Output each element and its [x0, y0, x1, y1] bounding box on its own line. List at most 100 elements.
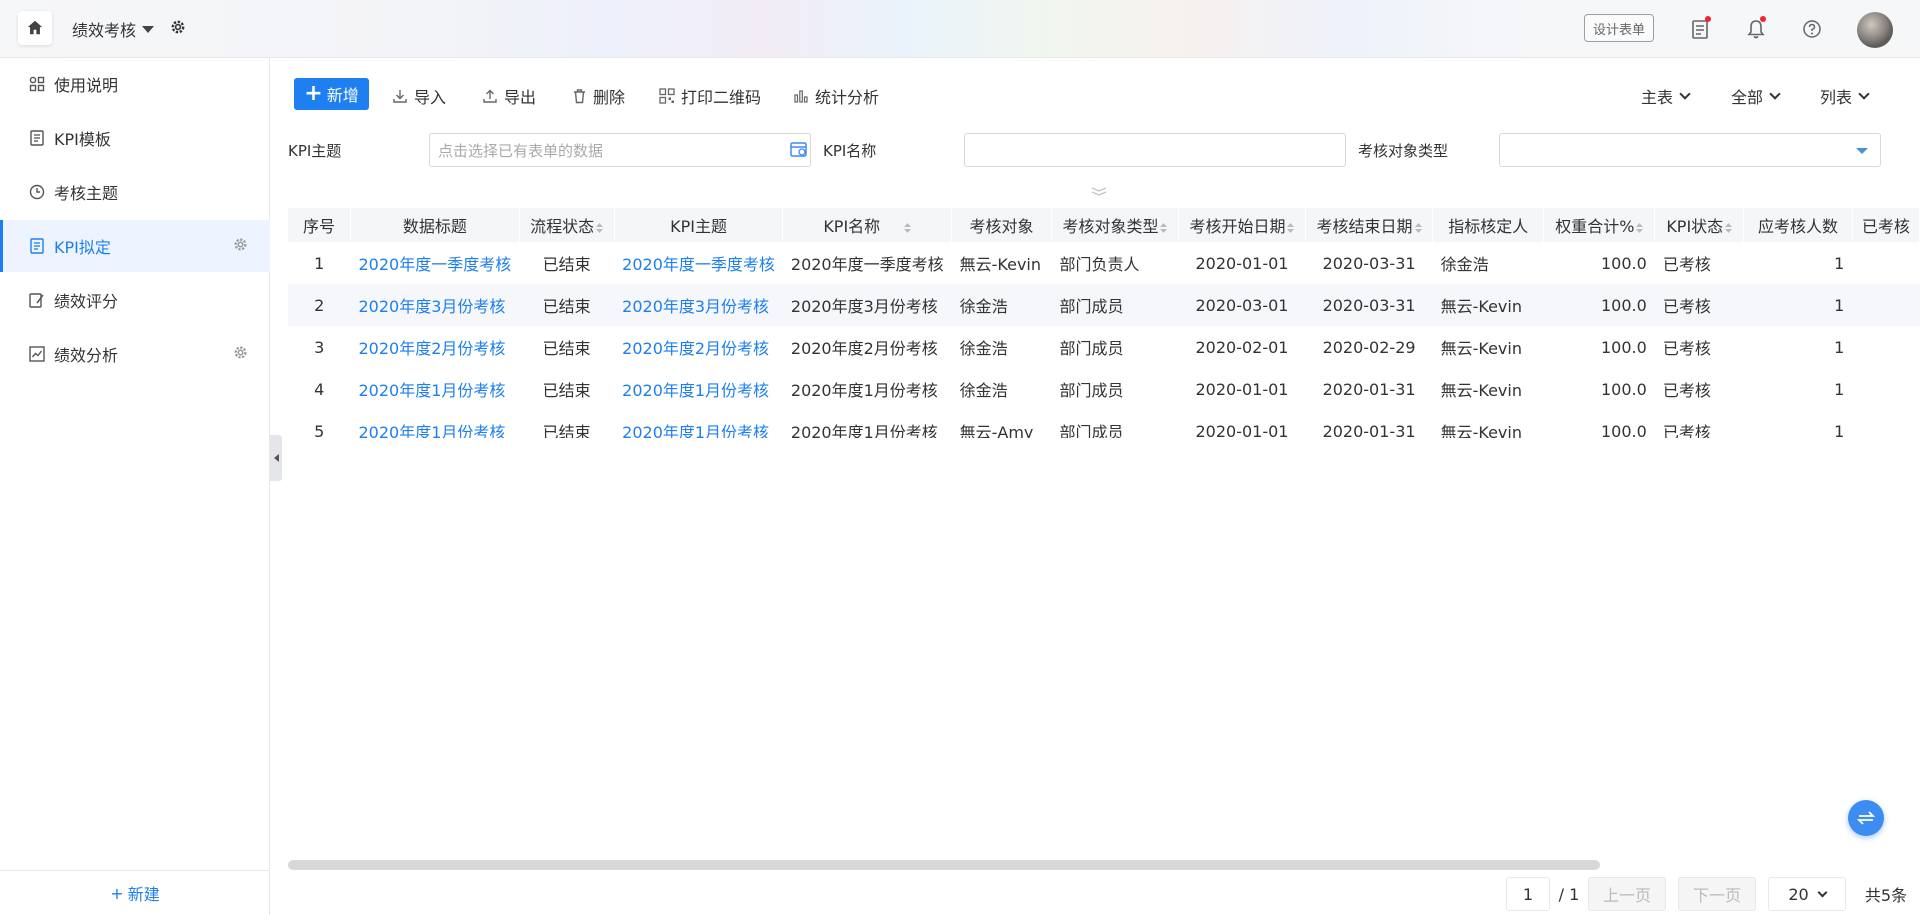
total-pages: / 1 [1558, 884, 1580, 904]
table-row[interactable]: 4 2020年度1月份考核 已结束 2020年度1月份考核 2020年度1月份考… [288, 368, 1920, 410]
column-header[interactable]: 考核对象类型 [1051, 208, 1179, 242]
cell-title-link[interactable]: 2020年度3月份考核 [350, 284, 520, 326]
target-type-select[interactable] [1499, 133, 1881, 167]
column-header[interactable]: 序号 [288, 208, 351, 242]
cell-target-type: 部门成员 [1059, 423, 1124, 438]
cell-weight: 100.0 [1601, 379, 1647, 399]
avatar[interactable] [1857, 12, 1893, 48]
sidebar-item-kpi-draft[interactable]: KPI拟定 [0, 220, 270, 272]
sort-icon[interactable] [1725, 222, 1733, 233]
document-icon [28, 129, 46, 147]
statistics-button[interactable]: 统计分析 [793, 84, 879, 108]
sidebar-new-button[interactable]: + 新建 [0, 870, 270, 915]
app-switcher[interactable]: 绩效考核 [72, 17, 155, 41]
table-row[interactable]: 5 2020年度1月份考核 已结束 2020年度1月份考核 2020年度1月份考… [288, 410, 1920, 439]
cell-kpi-topic-link[interactable]: 2020年度3月份考核 [614, 284, 783, 326]
cell-index: 2 [288, 284, 351, 326]
add-button[interactable]: + 新增 [294, 78, 369, 110]
list-label: 列表 [1820, 88, 1853, 107]
cell-start-date: 2020-01-01 [1195, 421, 1289, 439]
sort-icon[interactable] [1414, 222, 1422, 233]
help-button[interactable] [1799, 16, 1825, 42]
import-button[interactable]: 导入 [392, 84, 446, 108]
page-size-select[interactable]: 20 [1768, 877, 1846, 911]
all-filter-dropdown[interactable]: 全部 [1731, 84, 1781, 108]
sidebar-item-score[interactable]: 绩效评分 [0, 274, 270, 326]
sidebar-item-label: KPI拟定 [54, 238, 111, 257]
chevron-down-icon [1817, 887, 1828, 897]
table-row[interactable]: 3 2020年度2月份考核 已结束 2020年度2月份考核 2020年度2月份考… [288, 326, 1920, 368]
kpi-name-label: KPI名称 [823, 142, 877, 160]
table-row[interactable]: 2 2020年度3月份考核 已结束 2020年度3月份考核 2020年度3月份考… [288, 284, 1920, 326]
sidebar-item-kpi-template[interactable]: KPI模板 [0, 112, 270, 164]
cell-title-link[interactable]: 2020年度2月份考核 [350, 326, 519, 368]
column-header[interactable]: 权重合计% [1543, 208, 1656, 242]
sort-icon[interactable] [904, 222, 912, 233]
kpi-topic-input[interactable]: 点击选择已有表单的数据 [429, 133, 811, 167]
home-button[interactable] [18, 11, 52, 45]
cell-title-link[interactable]: 2020年度1月份考核 [350, 410, 519, 438]
sidebar-item-label: KPI模板 [54, 130, 111, 149]
column-header[interactable]: KPI主题 [614, 208, 784, 242]
sidebar-item-label: 考核主题 [54, 184, 119, 203]
column-header[interactable]: 考核对象 [951, 208, 1052, 242]
app-title: 绩效考核 [72, 21, 137, 40]
sort-icon[interactable] [1160, 222, 1168, 233]
sidebar-collapse-handle[interactable] [270, 435, 282, 481]
floating-action-button[interactable] [1848, 800, 1884, 836]
column-header[interactable]: 考核结束日期 [1305, 208, 1434, 242]
notifications-button[interactable] [1743, 16, 1769, 42]
column-header[interactable]: 已考核 [1852, 208, 1920, 242]
column-header[interactable]: 流程状态 [519, 208, 615, 242]
sort-icon[interactable] [1287, 222, 1295, 233]
sidebar-item-topic[interactable]: 考核主题 [0, 166, 270, 218]
cell-title-link[interactable]: 2020年度1月份考核 [350, 368, 519, 410]
column-header[interactable]: 数据标题 [350, 208, 520, 242]
cell-kpi-topic-link[interactable]: 2020年度2月份考核 [614, 326, 783, 368]
cell-title-link[interactable]: 2020年度一季度考核 [350, 242, 519, 284]
kpi-topic-placeholder: 点击选择已有表单的数据 [438, 141, 604, 160]
data-table: 序号 数据标题 流程状态 KPI主题 KPI名称 考核对象 考核对象类型 考核开… [288, 208, 1920, 438]
cell-kpi-topic-link[interactable]: 2020年度1月份考核 [614, 410, 783, 438]
sidebar-item-usage[interactable]: 使用说明 [0, 58, 270, 110]
main-table-dropdown[interactable]: 主表 [1641, 84, 1691, 108]
export-button[interactable]: 导出 [482, 84, 536, 108]
document-icon [28, 237, 46, 255]
gear-icon[interactable] [233, 237, 248, 256]
sidebar-item-analysis[interactable]: 绩效分析 [0, 328, 270, 380]
new-label: 新建 [127, 885, 160, 904]
cell-assessed [1852, 368, 1919, 410]
view-mode-dropdown[interactable]: 列表 [1820, 84, 1870, 108]
task-list-button[interactable] [1687, 16, 1713, 42]
sort-icon[interactable] [596, 222, 604, 233]
sort-icon[interactable] [1636, 222, 1644, 233]
kpi-name-input[interactable] [964, 133, 1346, 167]
table-row[interactable]: 1 2020年度一季度考核 已结束 2020年度一季度考核 2020年度一季度考… [288, 242, 1920, 284]
expand-filters-button[interactable] [1090, 182, 1108, 201]
cell-kpi-topic-link[interactable]: 2020年度1月份考核 [614, 368, 783, 410]
print-qrcode-button[interactable]: 打印二维码 [659, 84, 761, 108]
cell-index: 1 [314, 253, 325, 273]
cell-target: 徐金浩 [959, 381, 1008, 400]
cell-kpi-topic-link[interactable]: 2020年度一季度考核 [614, 242, 783, 284]
export-label: 导出 [504, 88, 537, 107]
cell-kpi-status: 已考核 [1662, 423, 1711, 438]
column-header[interactable]: KPI状态 [1654, 208, 1745, 242]
cell-headcount: 1 [1743, 284, 1853, 326]
column-header[interactable]: 考核开始日期 [1178, 208, 1307, 242]
column-header[interactable]: KPI名称 [782, 208, 953, 242]
select-data-icon[interactable] [790, 142, 808, 162]
design-form-button[interactable]: 设计表单 [1584, 14, 1654, 42]
page-number-input[interactable]: 1 [1506, 877, 1550, 911]
column-header[interactable]: 指标核定人 [1432, 208, 1545, 242]
horizontal-scrollbar[interactable] [288, 860, 1600, 870]
column-header[interactable]: 应考核人数 [1743, 208, 1853, 242]
prev-page-button[interactable]: 上一页 [1588, 877, 1666, 911]
delete-button[interactable]: 删除 [572, 84, 625, 108]
chart-icon [28, 345, 46, 363]
next-page-button[interactable]: 下一页 [1678, 877, 1756, 911]
cell-flow-status: 已结束 [542, 423, 591, 438]
gear-icon[interactable] [233, 345, 248, 364]
delete-label: 删除 [593, 88, 626, 107]
app-settings-button[interactable] [170, 19, 186, 39]
